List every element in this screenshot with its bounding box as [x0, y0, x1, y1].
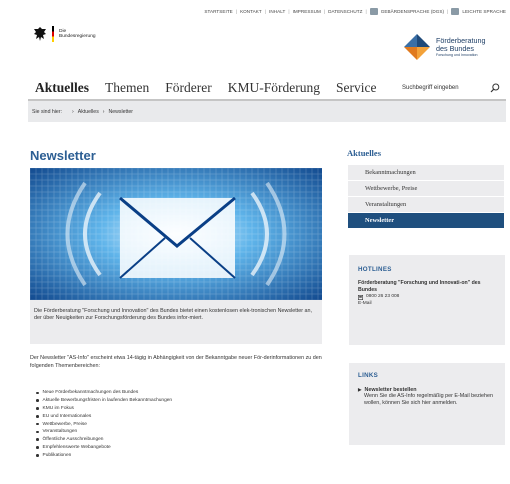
search-input[interactable]: Suchbegriff eingeben: [398, 78, 504, 98]
sidebar-item-bekanntmachungen[interactable]: Bekanntmachungen: [348, 165, 504, 181]
nav-item-aktuelles[interactable]: Aktuelles: [35, 80, 89, 96]
meta-link-startseite[interactable]: STARTSEITE: [204, 9, 232, 14]
breadcrumb-label: Sie sind hier:: [32, 108, 62, 115]
federal-eagle-icon: [34, 27, 46, 41]
hotline-organization: Förderberatung "Forschung und Innovati-o…: [358, 280, 481, 293]
foerderberatung-logo[interactable]: Förderberatung des Bundes Forschung und …: [402, 32, 486, 62]
hotline-email-link[interactable]: E-Mail: [358, 301, 499, 308]
sidebar-item-newsletter[interactable]: Newsletter: [348, 213, 504, 229]
list-item: Veranstaltungen: [36, 428, 172, 436]
list-item: KMU im Fokus: [36, 405, 172, 413]
breadcrumb-item-aktuelles[interactable]: Aktuelles: [78, 109, 99, 115]
foerderberatung-mark-icon: [404, 34, 430, 60]
nav-item-kmu-foerderung[interactable]: KMU-Förderung: [228, 80, 320, 96]
search-placeholder: Suchbegriff eingeben: [402, 85, 459, 91]
hotlines-box: HOTLINES Förderberatung "Forschung und I…: [349, 255, 505, 345]
meta-link-gebaerdensprache[interactable]: GEBÄRDENSPRACHE (DGS): [381, 9, 444, 14]
newsletter-description: Der Newsletter "AS-Info" erscheint etwa …: [30, 355, 322, 369]
list-item: Öffentliche Ausschreibungen: [36, 436, 172, 444]
hotline-phone-number[interactable]: 0800 26 23 008: [366, 294, 399, 301]
separator: |: [264, 9, 267, 14]
separator: |: [365, 9, 367, 14]
separator: |: [288, 9, 290, 14]
main-navigation: Aktuelles Themen Förderer KMU-Förderung …: [35, 80, 376, 96]
sidebar-item-veranstaltungen[interactable]: Veranstaltungen: [348, 197, 504, 213]
breadcrumb-arrow-icon: ›: [102, 108, 105, 115]
list-item: Publikationen: [36, 451, 172, 459]
separator: |: [235, 9, 238, 14]
sidebar-menu: Bekanntmachungen Wettbewerbe, Preise Ver…: [348, 165, 504, 229]
hotlines-heading: HOTLINES: [358, 266, 392, 273]
bundesregierung-logo[interactable]: Die Bundesregierung: [33, 26, 96, 42]
intro-text-box: Die Förderberatung "Forschung und Innova…: [30, 300, 322, 344]
list-item: Neue Förderbekanntmachungen des Bundes: [36, 389, 172, 397]
bund-logo-line-2: Bundesregierung: [59, 34, 96, 39]
meta-link-datenschutz[interactable]: DATENSCHUTZ: [328, 9, 362, 14]
meta-link-kontakt[interactable]: KONTAKT: [240, 9, 262, 14]
brand-subtitle: Forschung und Innovation: [436, 53, 478, 58]
easy-language-icon: [451, 8, 460, 15]
newsletter-subscribe-description: Wenn Sie die AS-Info regelmäßig per E-Ma…: [364, 393, 494, 407]
hero-image-envelope: [30, 168, 322, 300]
sign-language-icon: [369, 8, 378, 15]
hero-illustration: [30, 168, 322, 300]
page-title: Newsletter: [30, 148, 96, 163]
breadcrumb-arrow-icon: ›: [72, 108, 74, 115]
separator: |: [323, 9, 326, 14]
nav-item-foerderer[interactable]: Förderer: [165, 80, 211, 96]
meta-link-impressum[interactable]: IMPRESSUM: [293, 9, 321, 14]
phone-icon: [358, 294, 363, 300]
meta-link-inhalt[interactable]: INHALT: [269, 9, 285, 14]
list-item: Empfehlenswerte Webangebote: [36, 444, 172, 452]
list-item: EU und Internationales: [36, 412, 172, 420]
breadcrumb: Sie sind hier: › Aktuelles › Newsletter: [28, 101, 506, 122]
sidebar-item-wettbewerbe[interactable]: Wettbewerbe, Preise: [348, 181, 504, 197]
german-flag-bar: [52, 26, 54, 42]
foerderberatung-wordmark: Förderberatung des Bundes Forschung und …: [436, 37, 486, 57]
topic-list: Neue Förderbekanntmachungen des Bundes A…: [36, 389, 173, 459]
nav-item-themen[interactable]: Themen: [105, 80, 149, 96]
meta-navigation: STARTSEITE | KONTAKT | INHALT | IMPRESSUM | …: [170, 8, 506, 15]
brand-title-line-2: des Bundes: [436, 43, 474, 53]
bund-logo-text: Die Bundesregierung: [59, 29, 96, 40]
separator: |: [447, 9, 449, 14]
sidebar-title[interactable]: Aktuelles: [347, 148, 381, 158]
nav-item-service[interactable]: Service: [336, 80, 376, 96]
arrow-right-icon: ▶: [358, 387, 362, 392]
links-heading: LINKS: [358, 372, 379, 379]
links-box: LINKS ▶ Newsletter bestellen Wenn Sie di…: [349, 363, 505, 445]
list-item: Wettbewerbe, Preise: [36, 420, 172, 428]
list-item: Aktuelle Bewerbungsfristen in laufenden …: [36, 397, 173, 405]
hotline-phone: 0800 26 23 008: [358, 294, 499, 301]
search-icon[interactable]: [490, 83, 500, 93]
meta-link-leichte-sprache[interactable]: LEICHTE SPRACHE: [462, 9, 506, 14]
breadcrumb-item-newsletter: Newsletter: [108, 108, 134, 115]
breadcrumb-trail: › Aktuelles › Newsletter: [72, 109, 133, 115]
